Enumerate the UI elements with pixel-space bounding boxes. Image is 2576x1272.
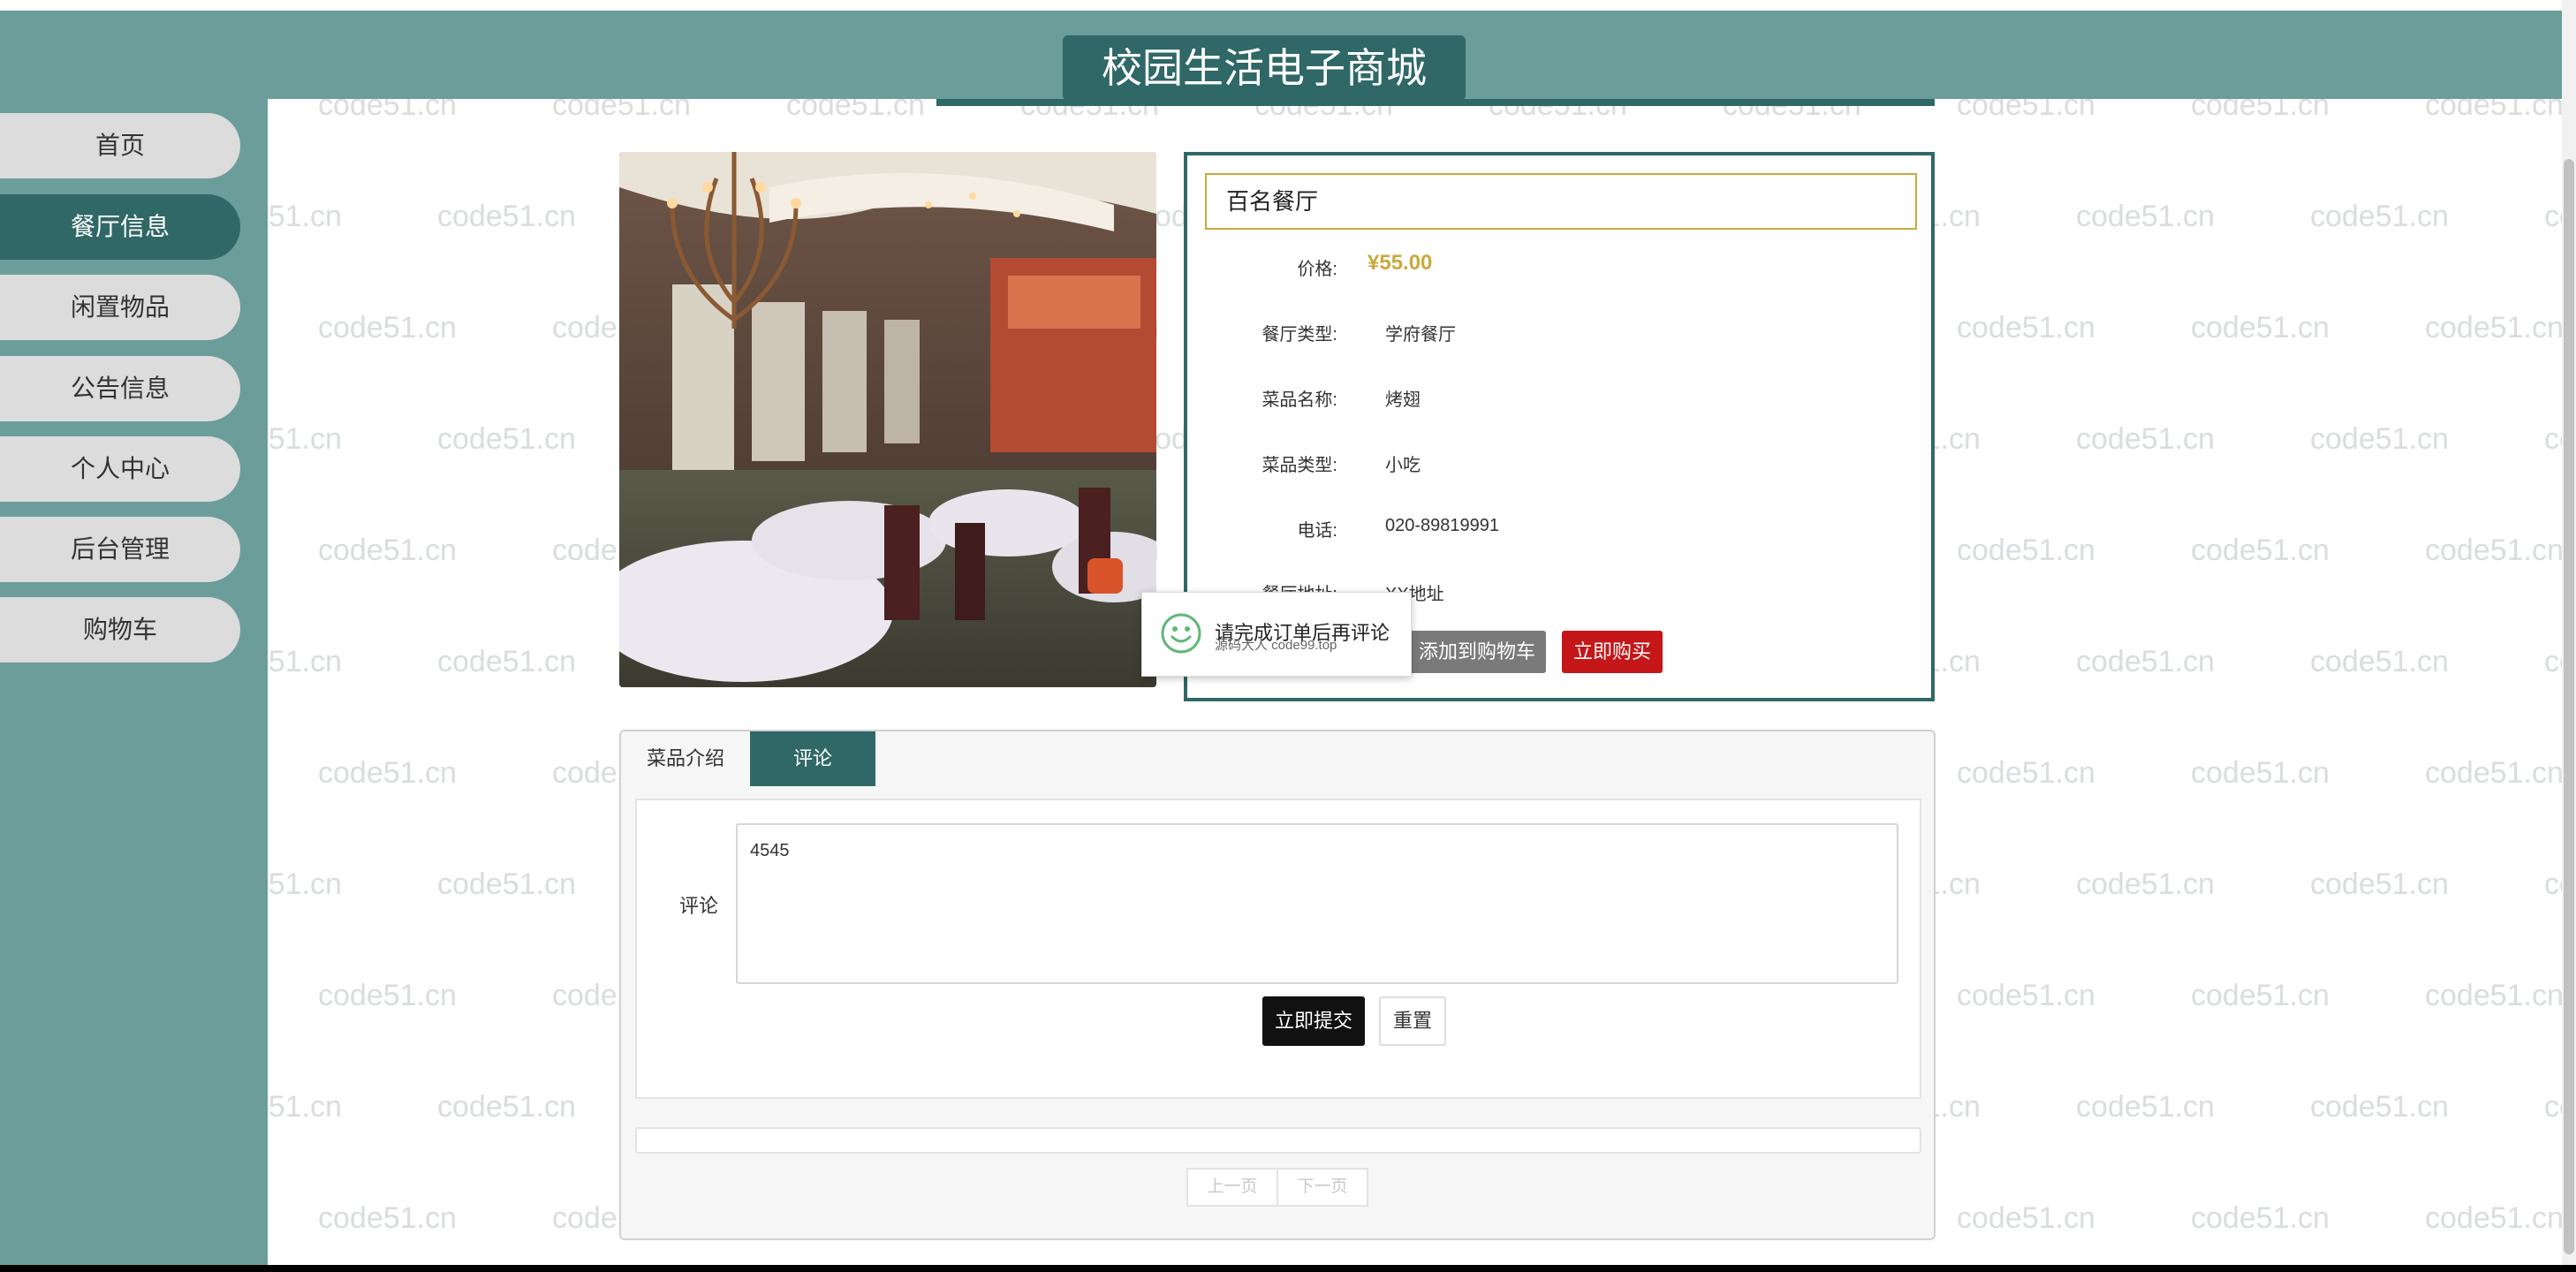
comment-list — [635, 1127, 1921, 1154]
watermark-text: code51.cn — [437, 1090, 576, 1124]
buy-now-button[interactable]: 立即购买 — [1562, 631, 1663, 673]
price-label: 价格: — [1297, 260, 1337, 279]
watermark-text: code51.cn — [2076, 867, 2215, 901]
watermark-text: code51.cn — [2425, 1201, 2564, 1235]
watermark-text: code51.cn — [318, 1201, 457, 1235]
watermark-text: code51.cn — [318, 534, 457, 567]
add-to-cart-button[interactable]: 添加到购物车 — [1408, 631, 1546, 673]
toast-watermark: 源码大人 code99.top — [1215, 638, 1337, 653]
sidebar: 首页 餐厅信息 闲置物品 公告信息 个人中心 后台管理 购物车 — [0, 99, 268, 1272]
sidebar-item-idle-goods[interactable]: 闲置物品 — [0, 275, 240, 340]
prev-page-button[interactable]: 上一页 — [1188, 1170, 1277, 1205]
watermark-text: code51.cn — [2425, 979, 2564, 1012]
product-name: 百名餐厅 — [1205, 173, 1917, 230]
watermark-text: code51.cn — [2076, 422, 2215, 456]
watermark-text: code51.cn — [2425, 534, 2564, 567]
watermark-text: code51.cn — [2191, 311, 2330, 344]
sidebar-item-notices[interactable]: 公告信息 — [0, 356, 240, 421]
header-underline — [936, 99, 1935, 106]
watermark-text: code51.cn — [1957, 534, 2095, 567]
sidebar-item-cart[interactable]: 购物车 — [0, 597, 240, 662]
top-header: 校园生活电子商城 — [0, 0, 2562, 101]
watermark-text: code51.cn — [2076, 1090, 2215, 1124]
dish-name-label: 菜品名称: — [1261, 390, 1337, 410]
sidebar-item-profile[interactable]: 个人中心 — [0, 436, 240, 502]
watermark-text: code51.cn — [2191, 979, 2330, 1012]
comment-label: 评论 — [679, 895, 719, 917]
dish-type-value: 小吃 — [1385, 456, 1421, 475]
reset-button[interactable]: 重置 — [1379, 996, 1446, 1046]
watermark-text: code51.cn — [2191, 756, 2330, 790]
bottom-edge — [0, 1265, 2576, 1272]
comment-form: 评论 4545 立即提交 重置 — [635, 799, 1921, 1099]
watermark-text: code51.cn — [437, 645, 576, 678]
dish-name-value: 烤翅 — [1385, 390, 1421, 410]
watermark-text: code51.cn — [318, 311, 457, 344]
smile-icon — [1161, 613, 1201, 654]
watermark-text: code51.cn — [2310, 1090, 2449, 1124]
sidebar-item-admin[interactable]: 后台管理 — [0, 517, 240, 582]
watermark-text: code51.cn — [2076, 200, 2215, 233]
site-title: 校园生活电子商城 — [1063, 35, 1466, 101]
watermark-text: code51.cn — [437, 422, 576, 456]
comment-textarea[interactable]: 4545 — [736, 823, 1898, 984]
restaurant-type-value: 学府餐厅 — [1385, 325, 1456, 344]
watermark-text: code51.cn — [437, 867, 576, 901]
watermark-text: code51.cn — [2310, 867, 2449, 901]
watermark-text: code51.cn — [437, 200, 576, 233]
phone-value: 020-89819991 — [1385, 516, 1500, 535]
watermark-text: code51.cn — [2425, 311, 2564, 344]
watermark-text: code51.cn — [2425, 756, 2564, 790]
watermark-text: code51.cn — [2191, 1201, 2330, 1235]
product-image — [619, 152, 1156, 687]
watermark-text: code51.cn — [1957, 756, 2095, 790]
watermark-text: code51.cn — [318, 756, 457, 790]
tab-dish-intro[interactable]: 菜品介绍 — [621, 731, 750, 786]
submit-button[interactable]: 立即提交 — [1262, 996, 1365, 1046]
next-page-button[interactable]: 下一页 — [1277, 1170, 1367, 1205]
watermark-text: code51.cn — [2191, 534, 2330, 567]
watermark-text: code51.cn — [1957, 311, 2095, 344]
watermark-text: code51.cn — [1957, 979, 2095, 1012]
detail-tabs-panel: 菜品介绍 评论 评论 4545 立即提交 重置 上一页 下一页 — [619, 730, 1936, 1240]
sidebar-item-restaurant[interactable]: 餐厅信息 — [0, 194, 240, 260]
watermark-text: code51.cn — [318, 979, 457, 1012]
watermark-text: code51.cn — [2310, 200, 2449, 233]
tab-comments[interactable]: 评论 — [750, 731, 875, 786]
scrollbar-thumb[interactable] — [2564, 159, 2574, 1254]
phone-label: 电话: — [1297, 521, 1337, 541]
pagination: 上一页 下一页 — [1186, 1168, 1368, 1207]
watermark-text: code51.cn — [1957, 1201, 2095, 1235]
sidebar-item-home[interactable]: 首页 — [0, 113, 240, 178]
watermark-text: code51.cn — [2310, 645, 2449, 678]
watermark-text: code51.cn — [2310, 422, 2449, 456]
restaurant-type-label: 餐厅类型: — [1261, 325, 1337, 344]
price-value: ¥55.00 — [1368, 251, 1433, 275]
watermark-text: code51.cn — [2076, 645, 2215, 678]
dish-type-label: 菜品类型: — [1261, 456, 1337, 475]
toast-notification: 请完成订单后再评论 源码大人 code99.top — [1141, 592, 1412, 677]
